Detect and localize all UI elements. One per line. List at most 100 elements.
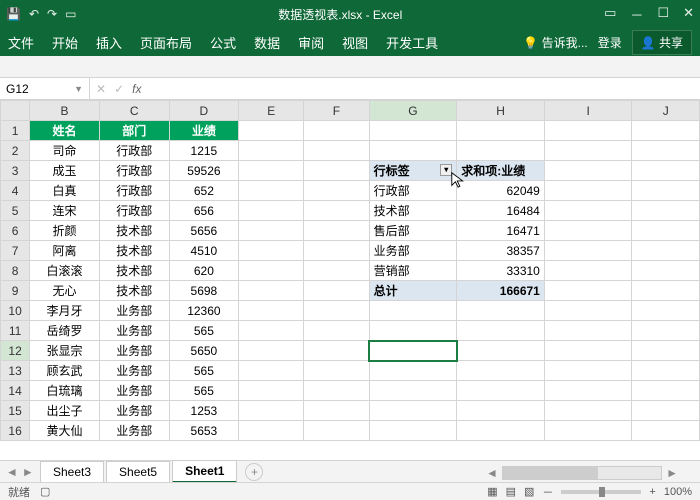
cell[interactable]: 5656 xyxy=(169,221,239,241)
cell[interactable] xyxy=(239,261,304,281)
view-break-icon[interactable]: ▧ xyxy=(524,485,534,498)
cell[interactable] xyxy=(632,201,700,221)
cell[interactable] xyxy=(544,421,632,441)
col-header[interactable]: D xyxy=(169,101,239,121)
cell[interactable] xyxy=(239,161,304,181)
row-header[interactable]: 16 xyxy=(1,421,30,441)
cell[interactable] xyxy=(239,381,304,401)
cell[interactable] xyxy=(632,421,700,441)
row-header[interactable]: 15 xyxy=(1,401,30,421)
col-header[interactable]: H xyxy=(457,101,545,121)
tell-me[interactable]: 💡 告诉我... xyxy=(523,34,587,51)
cell[interactable]: 59526 xyxy=(169,161,239,181)
cell[interactable] xyxy=(544,301,632,321)
formula-bar[interactable]: ✕ ✓ fx xyxy=(90,82,700,96)
redo-icon[interactable]: ↷ xyxy=(47,7,57,21)
cell[interactable]: 姓名 xyxy=(30,121,100,141)
cell[interactable]: 业务部 xyxy=(99,401,169,421)
pivot-value[interactable]: 62049 xyxy=(457,181,545,201)
active-cell[interactable] xyxy=(369,341,457,361)
col-header[interactable]: I xyxy=(544,101,632,121)
cell[interactable]: 李月牙 xyxy=(30,301,100,321)
cell[interactable] xyxy=(304,201,369,221)
tab-insert[interactable]: 插入 xyxy=(96,33,122,52)
new-icon[interactable]: ▭ xyxy=(65,7,76,21)
cell[interactable]: 1215 xyxy=(169,141,239,161)
cell[interactable] xyxy=(632,181,700,201)
row-header[interactable]: 10 xyxy=(1,301,30,321)
cell[interactable] xyxy=(239,341,304,361)
cell[interactable] xyxy=(239,281,304,301)
cell[interactable] xyxy=(369,301,457,321)
cell[interactable] xyxy=(304,141,369,161)
fx-confirm-icon[interactable]: ✓ xyxy=(114,82,124,96)
close-icon[interactable]: ✕ xyxy=(683,5,694,24)
cell[interactable]: 黄大仙 xyxy=(30,421,100,441)
cell[interactable] xyxy=(369,121,457,141)
cell[interactable]: 业务部 xyxy=(99,301,169,321)
fx-cancel-icon[interactable]: ✕ xyxy=(96,82,106,96)
cell[interactable]: 行政部 xyxy=(99,141,169,161)
row-header[interactable]: 8 xyxy=(1,261,30,281)
sheet-tab[interactable]: Sheet3 xyxy=(40,461,104,482)
cell[interactable] xyxy=(239,241,304,261)
cell[interactable] xyxy=(632,161,700,181)
tab-home[interactable]: 开始 xyxy=(52,33,78,52)
pivot-row[interactable]: 技术部 xyxy=(369,201,457,221)
cell[interactable]: 张显宗 xyxy=(30,341,100,361)
cell[interactable] xyxy=(457,341,545,361)
col-header[interactable]: G xyxy=(369,101,457,121)
cell[interactable] xyxy=(457,121,545,141)
cell[interactable] xyxy=(304,241,369,261)
cell[interactable]: 业务部 xyxy=(99,361,169,381)
cell[interactable] xyxy=(457,381,545,401)
cell[interactable]: 司命 xyxy=(30,141,100,161)
cell[interactable]: 无心 xyxy=(30,281,100,301)
pivot-row[interactable]: 行政部 xyxy=(369,181,457,201)
cell[interactable] xyxy=(544,321,632,341)
cell[interactable] xyxy=(304,301,369,321)
row-header[interactable]: 7 xyxy=(1,241,30,261)
cell[interactable]: 业务部 xyxy=(99,341,169,361)
cell[interactable] xyxy=(369,401,457,421)
cell[interactable] xyxy=(544,361,632,381)
undo-icon[interactable]: ↶ xyxy=(29,7,39,21)
cell[interactable]: 1253 xyxy=(169,401,239,421)
cell[interactable] xyxy=(304,401,369,421)
cell[interactable] xyxy=(632,301,700,321)
cell[interactable]: 620 xyxy=(169,261,239,281)
scroll-thumb[interactable] xyxy=(503,467,598,479)
cell[interactable] xyxy=(304,281,369,301)
cell[interactable]: 5650 xyxy=(169,341,239,361)
tab-view[interactable]: 视图 xyxy=(342,33,368,52)
cell[interactable] xyxy=(544,381,632,401)
fx-icon[interactable]: fx xyxy=(132,82,141,96)
cell[interactable] xyxy=(304,321,369,341)
cell[interactable]: 连宋 xyxy=(30,201,100,221)
cell[interactable]: 技术部 xyxy=(99,241,169,261)
cell[interactable] xyxy=(632,141,700,161)
cell[interactable]: 业务部 xyxy=(99,381,169,401)
pivot-value[interactable]: 33310 xyxy=(457,261,545,281)
cell[interactable] xyxy=(304,181,369,201)
zoom-in-button[interactable]: + xyxy=(649,486,655,498)
cell[interactable]: 业绩 xyxy=(169,121,239,141)
cell[interactable]: 行政部 xyxy=(99,201,169,221)
cell[interactable] xyxy=(304,361,369,381)
pivot-row[interactable]: 营销部 xyxy=(369,261,457,281)
signin-link[interactable]: 登录 xyxy=(598,34,622,51)
cell[interactable]: 岳绮罗 xyxy=(30,321,100,341)
cell[interactable] xyxy=(369,421,457,441)
cell[interactable]: 业务部 xyxy=(99,321,169,341)
cell[interactable] xyxy=(239,401,304,421)
view-layout-icon[interactable]: ▤ xyxy=(506,485,516,498)
cell[interactable]: 出尘子 xyxy=(30,401,100,421)
cell[interactable] xyxy=(632,281,700,301)
macro-record-icon[interactable]: ▢ xyxy=(40,485,50,498)
pivot-row[interactable]: 售后部 xyxy=(369,221,457,241)
zoom-slider[interactable] xyxy=(561,490,641,494)
tab-layout[interactable]: 页面布局 xyxy=(140,33,192,52)
ribbon-options-icon[interactable]: ▭ xyxy=(604,5,616,24)
cell[interactable] xyxy=(632,361,700,381)
cell[interactable] xyxy=(632,121,700,141)
